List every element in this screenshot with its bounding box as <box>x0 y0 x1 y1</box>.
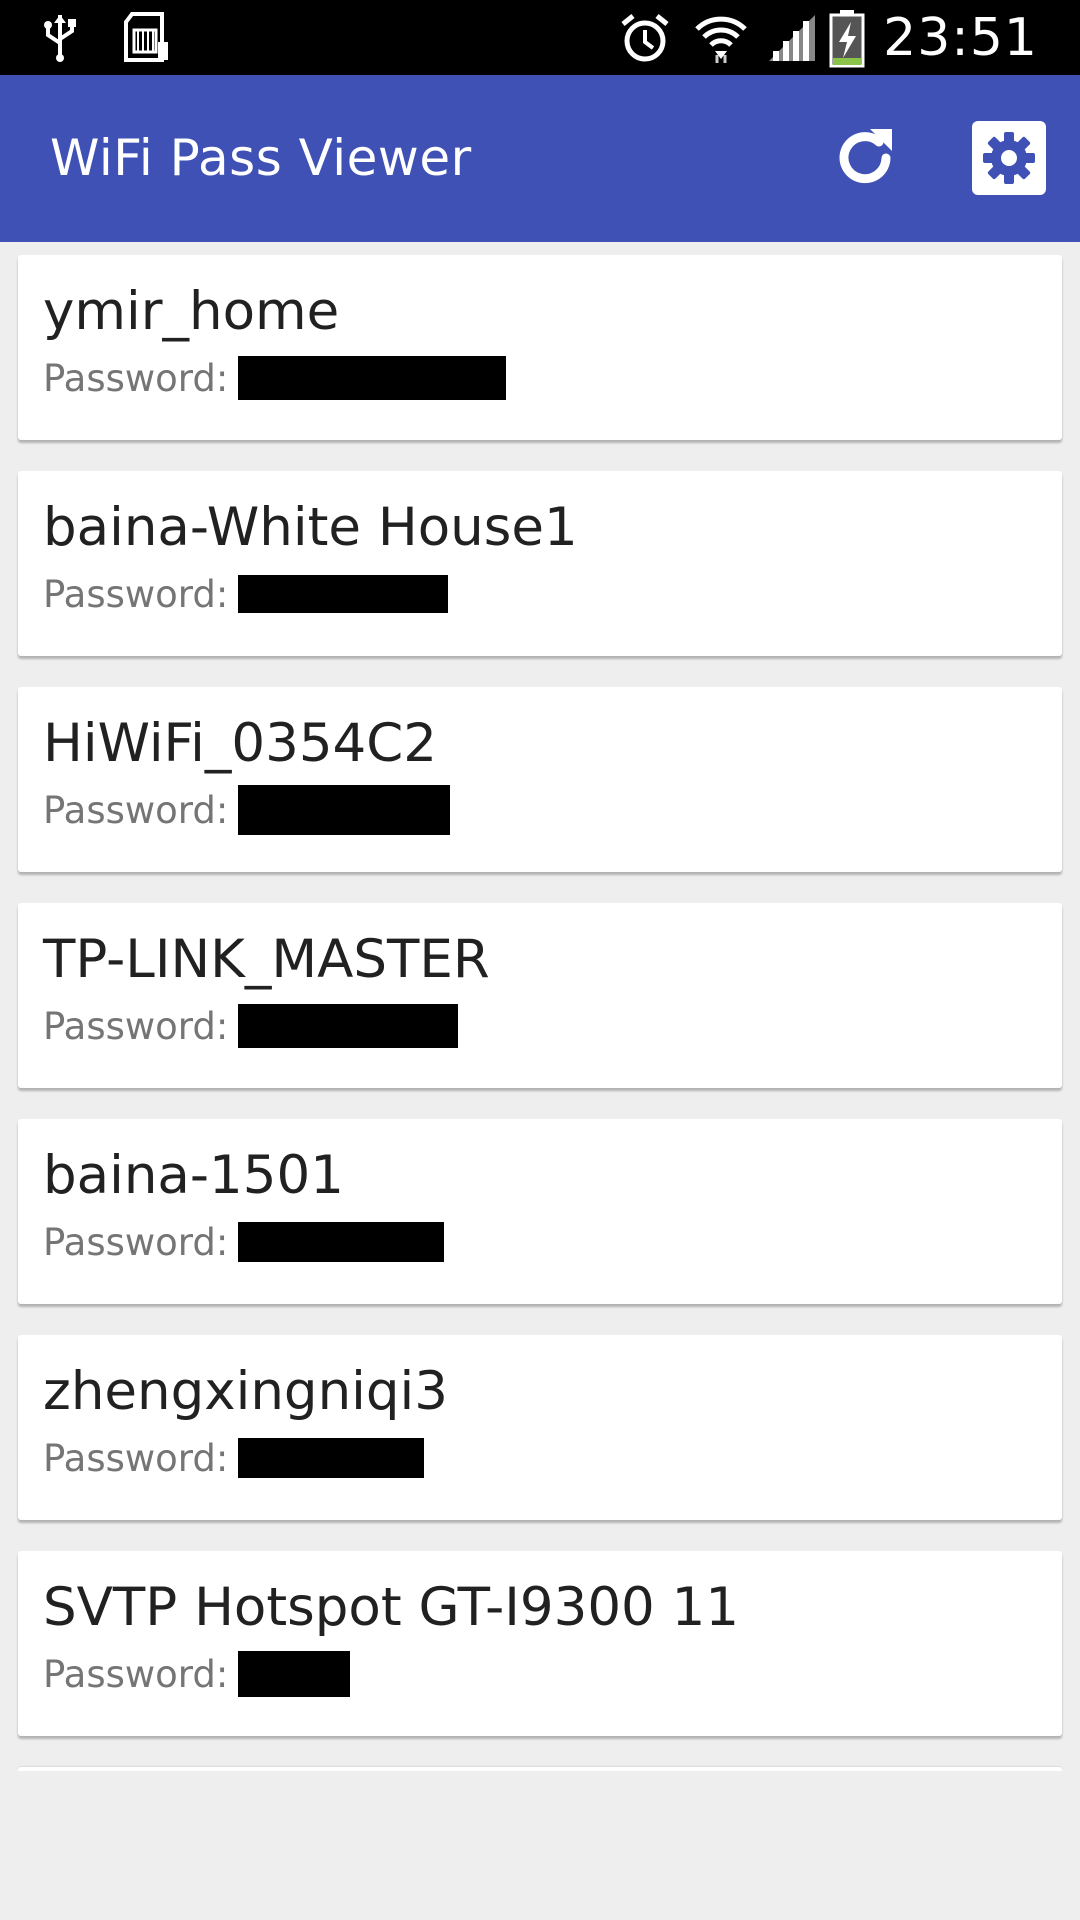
password-label: Password: <box>43 572 229 616</box>
network-ssid: TP-LINK_MASTER <box>43 929 490 990</box>
password-redaction <box>238 785 451 835</box>
usb-icon <box>40 13 80 63</box>
password-redaction <box>238 356 507 400</box>
network-list: ymir_home Password: baina-White House1 P… <box>18 255 1062 1771</box>
signal-icon <box>767 13 817 63</box>
settings-button[interactable] <box>956 105 1061 210</box>
sd-card-icon <box>122 11 170 64</box>
password-row: Password: <box>43 353 507 403</box>
password-label: Password: <box>43 788 229 832</box>
network-ssid: HiWiFi_0354C2 <box>43 713 438 774</box>
network-card-ymir-home[interactable]: ymir_home Password: <box>18 255 1062 440</box>
password-row: Password: <box>43 1649 351 1699</box>
network-ssid: baina-White House1 <box>43 497 578 558</box>
password-redaction <box>238 1651 351 1697</box>
network-card-zhengxingniqi3[interactable]: zhengxingniqi3 Password: <box>18 1335 1062 1520</box>
password-redaction <box>238 1438 425 1478</box>
refresh-button[interactable] <box>812 105 917 210</box>
password-row: Password: <box>43 785 451 835</box>
password-row: Password: <box>43 1001 459 1051</box>
network-ssid: SVTP Hotspot GT-I9300 11 <box>43 1577 740 1638</box>
network-card-baina-1501[interactable]: baina-1501 Password: <box>18 1119 1062 1304</box>
gear-icon <box>971 120 1046 195</box>
password-redaction <box>238 575 449 613</box>
password-row: Password: <box>43 569 449 619</box>
password-row: Password: <box>43 1433 425 1483</box>
password-label: Password: <box>43 1220 229 1264</box>
password-redaction <box>238 1004 459 1048</box>
battery-charging-icon <box>829 8 865 68</box>
clock: 23:51 <box>883 7 1038 68</box>
refresh-icon <box>830 123 900 193</box>
password-label: Password: <box>43 356 229 400</box>
network-card-svtp-hotspot[interactable]: SVTP Hotspot GT-I9300 11 Password: <box>18 1551 1062 1736</box>
alarm-icon <box>619 12 671 64</box>
status-bar: 23:51 <box>0 0 1080 75</box>
network-card-partial <box>18 1767 1062 1771</box>
password-row: Password: <box>43 1217 445 1267</box>
wifi-icon <box>693 11 749 65</box>
password-label: Password: <box>43 1436 229 1480</box>
app-title: WiFi Pass Viewer <box>50 129 472 187</box>
network-ssid: zhengxingniqi3 <box>43 1361 448 1422</box>
app-bar: WiFi Pass Viewer <box>0 75 1080 242</box>
network-ssid: ymir_home <box>43 281 340 342</box>
password-redaction <box>238 1222 445 1262</box>
network-card-baina-white-house1[interactable]: baina-White House1 Password: <box>18 471 1062 656</box>
password-label: Password: <box>43 1652 229 1696</box>
network-card-tp-link-master[interactable]: TP-LINK_MASTER Password: <box>18 903 1062 1088</box>
password-label: Password: <box>43 1004 229 1048</box>
network-ssid: baina-1501 <box>43 1145 344 1206</box>
network-card-hiwifi-0354c2[interactable]: HiWiFi_0354C2 Password: <box>18 687 1062 872</box>
